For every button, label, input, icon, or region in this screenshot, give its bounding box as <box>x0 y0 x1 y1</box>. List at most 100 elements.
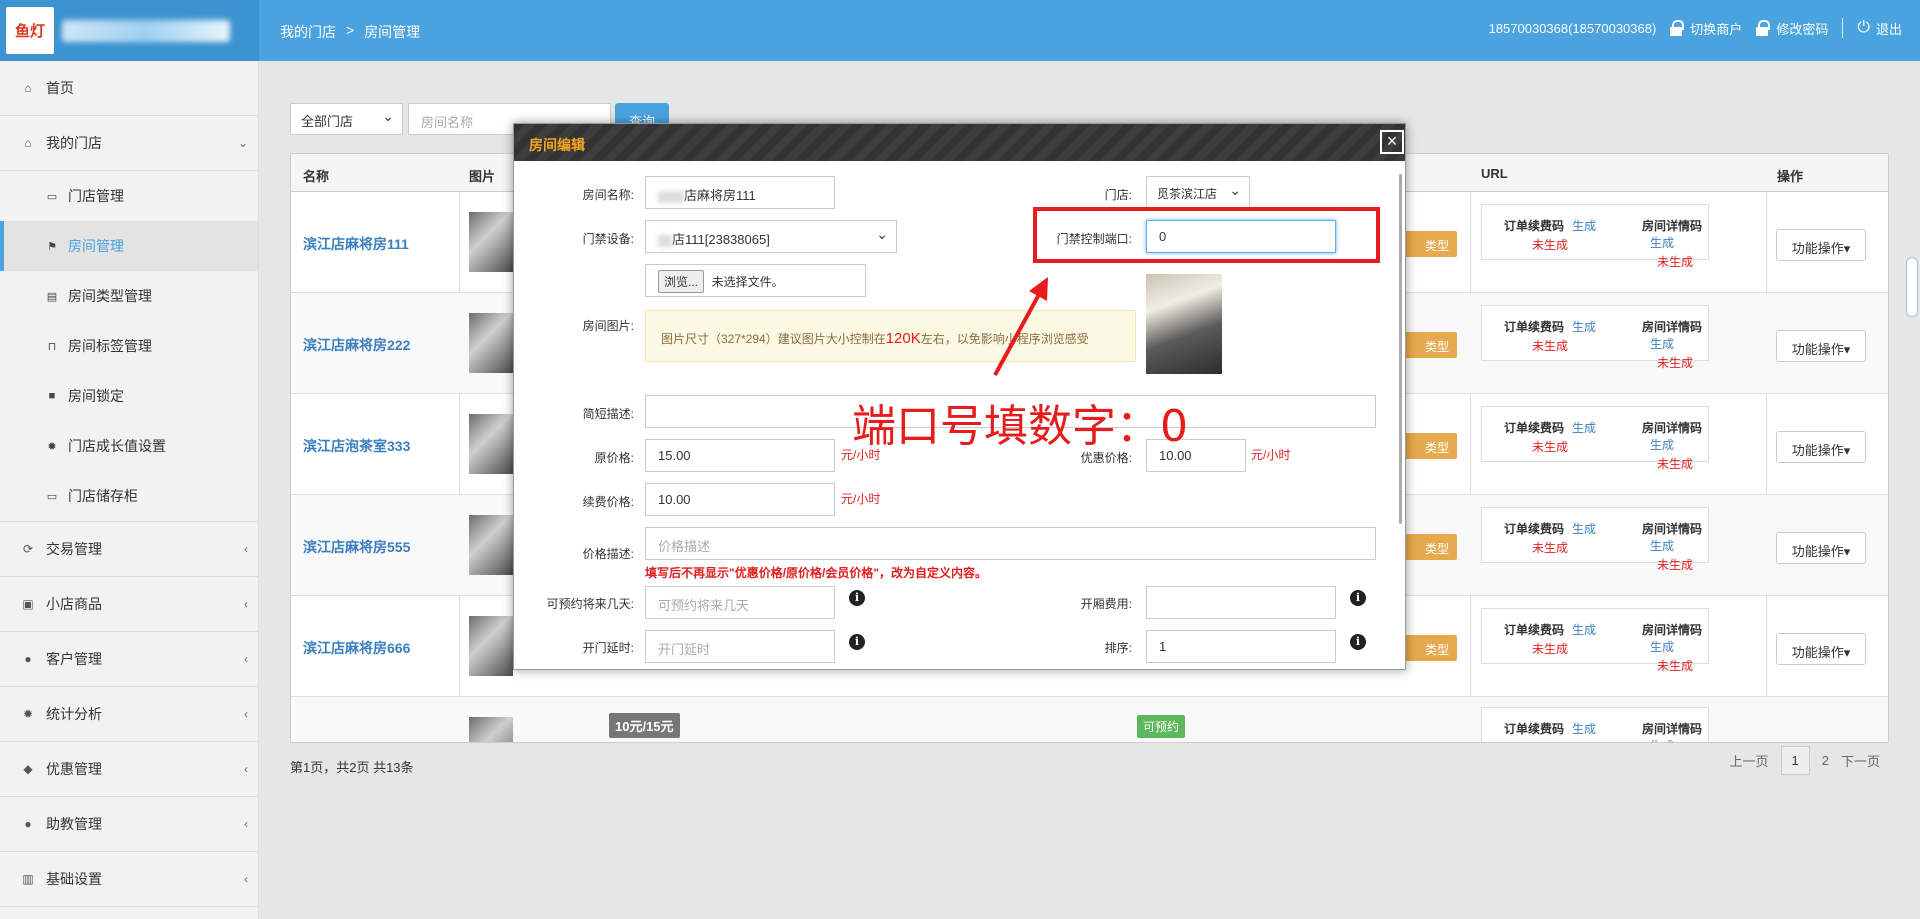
room-fee-label: 开厢费用: <box>1080 597 1132 611</box>
status-not-generated: 未生成 <box>1532 339 1569 353</box>
room-thumbnail <box>469 717 513 742</box>
detail-code-col: 房间详情码生成 未生成 <box>1642 520 1708 573</box>
future-days-label: 可预约将来几天: <box>546 597 634 611</box>
price-desc-input[interactable]: 价格描述 <box>645 527 1376 560</box>
price-desc-label: 价格描述: <box>582 547 634 561</box>
generate-link[interactable]: 生成 <box>1650 337 1674 351</box>
order-code-label: 订单续费码 <box>1504 320 1565 334</box>
file-upload-field[interactable]: 浏览... 未选择文件。 <box>645 264 866 297</box>
sidebar-item-assistants[interactable]: ● 助教管理 ‹ <box>0 797 258 852</box>
order-code-label: 订单续费码 <box>1504 421 1565 435</box>
detail-code-col: 房间详情码生成 未生成 <box>1642 318 1708 371</box>
generate-link[interactable]: 生成 <box>1650 539 1674 553</box>
room-name-input[interactable]: 店麻将房111 <box>645 176 835 209</box>
generate-link[interactable]: 生成 <box>1650 438 1674 452</box>
sidebar-sub-storage-locker[interactable]: ▭ 门店储存柜 <box>0 471 258 521</box>
info-icon[interactable]: i <box>1350 634 1366 650</box>
store-filter-select[interactable]: 全部门店 <box>290 103 403 135</box>
room-fee-input[interactable] <box>1146 586 1336 619</box>
generate-link[interactable]: 生成 <box>1572 623 1596 637</box>
door-device-value: 店111[23838065] <box>672 232 770 247</box>
sidebar-item-customers[interactable]: ● 客户管理 ‹ <box>0 632 258 687</box>
sidebar-sub-room-type[interactable]: ▤ 房间类型管理 <box>0 271 258 321</box>
sidebar-sub-label: 房间标签管理 <box>68 338 152 354</box>
info-icon[interactable]: i <box>849 590 865 606</box>
room-name-link[interactable]: 滨江店麻将房222 <box>303 335 410 355</box>
function-dropdown-button[interactable]: 功能操作▾ <box>1776 633 1866 665</box>
page-1-button[interactable]: 1 <box>1780 746 1810 775</box>
generate-link[interactable]: 生成 <box>1572 219 1596 233</box>
order-code-col: 订单续费码 生成 未生成 <box>1504 419 1596 455</box>
room-name-link[interactable]: 滨江店泡茶室333 <box>303 436 410 456</box>
detail-code-col: 房间详情码生成 未生成 <box>1642 217 1708 270</box>
renew-price-input[interactable]: 10.00 <box>645 483 835 516</box>
room-name-value: 店麻将房111 <box>684 188 756 203</box>
room-type-tag[interactable]: 类型 <box>1401 332 1457 358</box>
breadcrumb-separator: > <box>346 22 355 38</box>
sidebar-sub-store-management[interactable]: ▭ 门店管理 <box>0 171 258 221</box>
sidebar-sub-room-management[interactable]: ⚑ 房间管理 <box>0 221 258 271</box>
generate-link[interactable]: 生成 <box>1572 421 1596 435</box>
chevron-left-icon: ‹ <box>244 652 248 666</box>
sidebar-item-my-store[interactable]: ⌂ 我的门店 ⌄ <box>0 116 258 171</box>
gift-icon: ▣ <box>22 597 34 611</box>
info-icon[interactable]: i <box>1350 590 1366 606</box>
sort-input[interactable]: 1 <box>1146 630 1336 663</box>
function-dropdown-button[interactable]: 功能操作▾ <box>1776 532 1866 564</box>
room-name-link[interactable]: 滨江店麻将房111 <box>303 234 409 254</box>
next-page-button[interactable]: 下一页 <box>1841 751 1880 770</box>
generate-link[interactable]: 生成 <box>1650 236 1674 250</box>
info-icon[interactable]: i <box>849 634 865 650</box>
generate-link[interactable]: 生成 <box>1650 640 1674 654</box>
chevron-down-icon: ⌄ <box>237 136 248 150</box>
room-name-link[interactable]: 滨江店麻将房666 <box>303 638 410 658</box>
annotation-text: 端口号填数字：0 <box>852 401 1188 452</box>
switch-merchant-link[interactable]: 切换商户 <box>1670 19 1742 38</box>
generate-link[interactable]: 生成 <box>1572 722 1596 736</box>
pagination: 上一页 1 2 下一页 <box>1730 746 1880 775</box>
original-price-input[interactable]: 15.00 <box>645 439 835 472</box>
store-select[interactable]: 觅茶滨江店 <box>1146 176 1250 209</box>
breadcrumb-my-store[interactable]: 我的门店 <box>280 22 336 42</box>
sidebar-item-products[interactable]: ▣ 小店商品 ‹ <box>0 577 258 632</box>
door-delay-input[interactable]: 开门延时 <box>645 630 835 663</box>
room-photo-preview[interactable] <box>1146 274 1222 374</box>
generate-link[interactable]: 生成 <box>1650 739 1674 742</box>
close-icon[interactable]: × <box>1380 130 1404 154</box>
logo[interactable]: 鱼灯 <box>6 7 54 54</box>
sidebar-sub-room-tag[interactable]: ⊓ 房间标签管理 <box>0 321 258 371</box>
page-2-button[interactable]: 2 <box>1822 753 1829 768</box>
room-type-tag[interactable]: 类型 <box>1401 433 1457 459</box>
home-icon: ⌂ <box>24 81 32 95</box>
sidebar-sub-growth-setting[interactable]: ✹ 门店成长值设置 <box>0 421 258 471</box>
modal-scrollbar[interactable] <box>1399 174 1402 524</box>
room-type-tag[interactable]: 类型 <box>1401 635 1457 661</box>
page-scrollbar-handle[interactable] <box>1906 257 1918 317</box>
sidebar-item-label: 小店商品 <box>46 596 102 612</box>
sidebar-item-basic-settings[interactable]: ▥ 基础设置 ‹ <box>0 852 258 907</box>
sidebar-item-statistics[interactable]: ✹ 统计分析 ‹ <box>0 687 258 742</box>
sidebar-item-transactions[interactable]: ⟳ 交易管理 ‹ <box>0 522 258 577</box>
room-type-tag[interactable]: 类型 <box>1401 231 1457 257</box>
flag-icon: ⚑ <box>47 240 57 253</box>
future-days-input[interactable]: 可预约将来几天 <box>645 586 835 619</box>
sidebar-sub-room-lock[interactable]: ■ 房间锁定 <box>0 371 258 421</box>
change-password-link[interactable]: 修改密码 <box>1756 19 1828 38</box>
logo-area: 鱼灯 <box>0 0 259 61</box>
generate-link[interactable]: 生成 <box>1572 320 1596 334</box>
table-row: 10元/15元 可预约 订单续费码生成 房间详情码生成 <box>291 697 1888 742</box>
browse-button[interactable]: 浏览... <box>658 270 705 293</box>
function-dropdown-button[interactable]: 功能操作▾ <box>1776 330 1866 362</box>
sidebar-item-home[interactable]: ⌂ 首页 <box>0 61 258 116</box>
room-name-link[interactable]: 滨江店麻将房555 <box>303 537 410 557</box>
room-type-tag[interactable]: 类型 <box>1401 534 1457 560</box>
price-badge: 10元/15元 <box>609 713 680 738</box>
door-device-select[interactable]: 店111[23838065] <box>645 220 897 253</box>
logout-link[interactable]: ⏻ 退出 <box>1857 19 1902 38</box>
function-dropdown-button[interactable]: 功能操作▾ <box>1776 229 1866 261</box>
generate-link[interactable]: 生成 <box>1572 522 1596 536</box>
sidebar-item-discounts[interactable]: ◆ 优惠管理 ‹ <box>0 742 258 797</box>
prev-page-button[interactable]: 上一页 <box>1730 751 1769 770</box>
user-icon: ● <box>24 817 32 831</box>
function-dropdown-button[interactable]: 功能操作▾ <box>1776 431 1866 463</box>
